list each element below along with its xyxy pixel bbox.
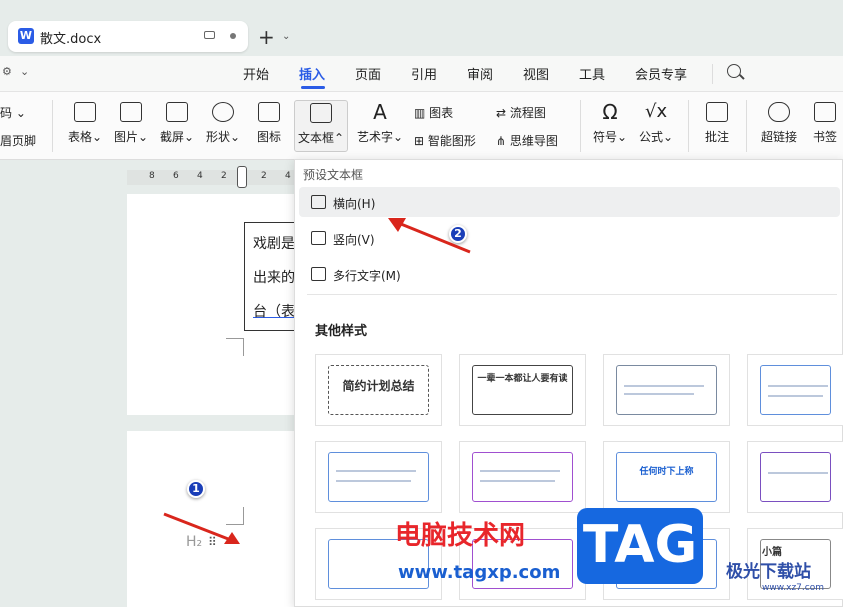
preset-textbox-header: 预设文本框	[303, 168, 364, 182]
header-footer-button[interactable]: 眉页脚	[0, 132, 36, 149]
page-number-button[interactable]: 码 ⌄	[0, 104, 26, 121]
divider	[746, 100, 747, 152]
picture-button[interactable]: 图片⌄	[112, 102, 150, 145]
icon-button[interactable]: 图标	[254, 102, 284, 145]
sqrt-icon: √x	[645, 101, 668, 122]
style-thumbnail[interactable]	[603, 354, 730, 426]
indent-marker[interactable]	[237, 166, 247, 188]
document-tab[interactable]: W 散文.docx	[8, 21, 248, 52]
textbox-multiline-option[interactable]: 多行文字(M)	[299, 259, 840, 289]
menu-view[interactable]: 视图	[523, 64, 549, 83]
tab-bar: W 散文.docx + ⌄	[0, 0, 843, 56]
symbol-button[interactable]: Ω 符号⌄	[590, 102, 630, 145]
unsaved-dot-icon	[230, 33, 236, 39]
screenshot-button[interactable]: 截屏⌄	[158, 102, 196, 145]
multiline-textbox-icon	[311, 267, 326, 281]
window-icon[interactable]	[204, 31, 215, 39]
picture-icon	[120, 102, 142, 122]
other-styles-header: 其他样式	[315, 324, 368, 339]
omega-icon: Ω	[602, 100, 618, 124]
ruler-tick: 8	[149, 171, 155, 181]
vertical-textbox-icon	[311, 231, 326, 245]
divider	[688, 100, 689, 152]
chevron-down-icon[interactable]: ⌄	[20, 65, 29, 78]
insert-ribbon: 码 ⌄ 眉页脚 表格⌄ 图片⌄ 截屏⌄ 形状⌄ 图标 文本框⌃ A 艺术字⌄ ▥ …	[0, 92, 843, 160]
active-menu-underline	[301, 86, 325, 89]
menu-tools[interactable]: 工具	[579, 64, 605, 83]
menu-review[interactable]: 审阅	[467, 64, 493, 83]
style-thumbnail[interactable]	[747, 354, 843, 426]
menu-member[interactable]: 会员专享	[635, 64, 687, 83]
textbox-icon	[310, 103, 332, 123]
text-line: 出来的	[253, 270, 295, 286]
icons-icon	[258, 102, 280, 122]
formula-button[interactable]: √x 公式⌄	[636, 102, 676, 145]
shape-icon	[212, 102, 234, 122]
divider	[712, 64, 713, 84]
quick-access-icon[interactable]: ⚙	[2, 65, 12, 78]
wordart-icon: A	[373, 100, 387, 124]
red-arrow-1	[163, 512, 240, 544]
shape-button[interactable]: 形状⌄	[204, 102, 242, 145]
divider	[52, 100, 53, 152]
menu-bar: ⚙ ⌄ 开始 插入 页面 引用 审阅 视图 工具 会员专享	[0, 56, 843, 92]
tab-title: 散文.docx	[40, 32, 102, 47]
style-thumbnail[interactable]: 任何时下上称	[603, 441, 730, 513]
horizontal-ruler[interactable]: 8 6 4 2 2 4	[127, 166, 295, 188]
divider	[307, 294, 837, 295]
search-icon[interactable]	[727, 64, 741, 78]
link-icon	[768, 102, 790, 122]
style-thumbnail[interactable]: 简约计划总结	[315, 354, 442, 426]
wps-writer-icon: W	[18, 28, 34, 44]
comment-icon	[706, 102, 728, 122]
divider	[580, 100, 581, 152]
wordart-button[interactable]: A 艺术字⌄	[356, 102, 404, 145]
chart-button[interactable]: ▥ 图表	[414, 104, 453, 121]
bookmark-button[interactable]: 书签	[810, 102, 840, 145]
scissors-icon	[166, 102, 188, 122]
comment-button[interactable]: 批注	[700, 102, 734, 145]
watermark-url: www.tagxp.com	[398, 562, 561, 583]
menu-insert[interactable]: 插入	[299, 64, 325, 83]
style-thumbnail[interactable]	[315, 441, 442, 513]
watermark-text: 电脑技术网	[395, 521, 526, 551]
watermark-site-name: 极光下载站	[726, 562, 811, 582]
ruler-tick: 6	[173, 171, 179, 181]
style-thumbnail[interactable]	[459, 441, 586, 513]
text-box[interactable]: 戏剧是 出来的 台（表	[244, 222, 298, 331]
bookmark-icon	[814, 102, 836, 122]
smart-graphic-button[interactable]: ⊞ 智能图形	[414, 132, 476, 149]
horizontal-textbox-icon	[311, 195, 326, 209]
textbox-button[interactable]: 文本框⌃	[294, 100, 348, 152]
tag-logo: TAG	[577, 508, 703, 584]
text-line: 台（表	[253, 304, 295, 320]
textbox-dropdown-panel: 预设文本框 横向(H) 竖向(V) 多行文字(M) 其他样式 简约计划总结 一辈…	[294, 159, 843, 607]
ruler-tick: 2	[221, 171, 227, 181]
hyperlink-button[interactable]: 超链接	[758, 102, 800, 145]
watermark-site-url: www.xz7.com	[762, 583, 824, 593]
ruler-tick: 4	[197, 171, 203, 181]
table-icon	[74, 102, 96, 122]
step-badge-1: 1	[187, 480, 205, 498]
menu-page[interactable]: 页面	[355, 64, 381, 83]
mindmap-button[interactable]: ⋔ 思维导图	[496, 132, 558, 149]
style-thumbnail[interactable]: 一辈一本都让人要有读	[459, 354, 586, 426]
ruler-tick: 4	[285, 171, 291, 181]
flowchart-button[interactable]: ⇄ 流程图	[496, 104, 546, 121]
style-thumbnail[interactable]	[747, 441, 843, 513]
chevron-down-icon[interactable]: ⌄	[282, 31, 290, 42]
red-arrow-2	[388, 218, 471, 254]
new-tab-button[interactable]: +	[258, 25, 275, 49]
text-line: 戏剧是	[253, 236, 295, 252]
menu-home[interactable]: 开始	[243, 64, 269, 83]
crop-mark	[226, 338, 244, 356]
table-button[interactable]: 表格⌄	[66, 102, 104, 145]
menu-references[interactable]: 引用	[411, 64, 437, 83]
ruler-tick: 2	[261, 171, 267, 181]
